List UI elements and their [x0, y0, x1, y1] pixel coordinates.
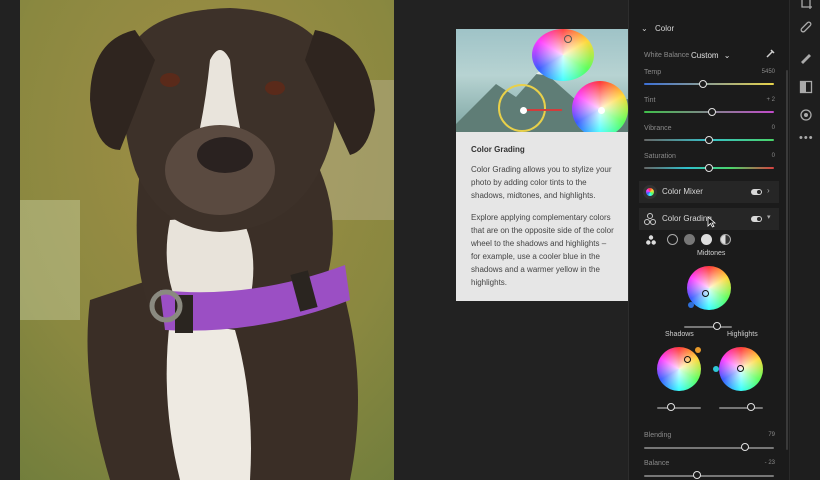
midtones-view-icon[interactable]	[684, 234, 695, 245]
vibrance-value: 0	[771, 125, 775, 131]
white-balance-label: White Balance	[644, 52, 690, 59]
balance-value: - 23	[764, 460, 775, 466]
chevron-down-icon[interactable]: ▾	[767, 213, 771, 221]
midtones-luminance-thumb[interactable]	[713, 322, 721, 330]
balance-label: Balance	[644, 460, 670, 467]
tool-rail: •••	[789, 0, 820, 480]
highlights-luminance-track[interactable]	[719, 407, 763, 409]
temp-label: Temp	[644, 69, 662, 76]
blending-slider-track[interactable]	[644, 447, 774, 449]
balance-slider-thumb[interactable]	[693, 471, 701, 479]
white-balance-value: Custom	[691, 51, 719, 60]
highlights-hue-marker[interactable]	[713, 366, 719, 372]
shadows-hue-marker[interactable]	[695, 347, 701, 353]
chevron-right-icon[interactable]: ›	[767, 186, 770, 195]
color-mixer-row[interactable]: Color Mixer ›	[639, 181, 779, 203]
shadows-wheel[interactable]	[657, 347, 701, 391]
edit-panel: ⌄ Color White Balance Custom ⌄ Temp 5450…	[628, 0, 789, 480]
handle-dot-illustration	[598, 107, 605, 114]
chevron-down-icon[interactable]: ⌄	[641, 24, 648, 33]
color-grading-icon	[644, 213, 656, 225]
highlights-label: Highlights	[727, 331, 758, 338]
temp-slider-thumb[interactable]	[698, 80, 707, 88]
highlights-view-icon[interactable]	[701, 234, 712, 245]
mask-icon[interactable]	[799, 80, 813, 94]
saturation-value: 0	[771, 153, 775, 159]
help-card-illustration	[456, 29, 628, 132]
vibrance-slider-thumb[interactable]	[705, 136, 713, 144]
midtones-luminance-track[interactable]	[684, 326, 732, 328]
handle-dot-illustration	[564, 35, 572, 43]
tint-slider-thumb[interactable]	[707, 108, 716, 116]
midtones-wheel-handle[interactable]	[702, 290, 709, 297]
brush-icon[interactable]	[799, 50, 813, 64]
panel-scrollbar[interactable]	[786, 70, 788, 450]
dog-photo	[20, 0, 394, 480]
chevron-down-icon: ⌄	[723, 51, 731, 60]
tint-value: + 2	[766, 97, 775, 103]
color-section-title[interactable]: Color	[655, 24, 674, 33]
shadows-view-icon[interactable]	[667, 234, 678, 245]
color-grading-toggle[interactable]	[751, 216, 762, 222]
help-card: Color Grading Color Grading allows you t…	[456, 29, 628, 301]
shadows-luminance-track[interactable]	[657, 407, 701, 409]
help-card-title: Color Grading	[471, 145, 525, 154]
highlights-wheel-handle[interactable]	[737, 365, 744, 372]
color-grading-label: Color Grading	[662, 214, 712, 223]
blending-value: 79	[768, 432, 775, 438]
temp-value: 5450	[761, 69, 775, 75]
shadows-wheel-handle[interactable]	[684, 356, 691, 363]
highlights-luminance-thumb[interactable]	[747, 403, 755, 411]
help-card-paragraph-1: Color Grading allows you to stylize your…	[471, 165, 612, 200]
color-mixer-toggle[interactable]	[751, 189, 762, 195]
photo-canvas[interactable]	[20, 0, 394, 480]
handle-dot-illustration	[520, 107, 527, 114]
saturation-label: Saturation	[644, 153, 676, 160]
blending-slider-thumb[interactable]	[741, 443, 749, 451]
more-icon[interactable]: •••	[799, 132, 814, 144]
global-view-icon[interactable]	[720, 234, 731, 245]
color-mixer-label: Color Mixer	[662, 187, 703, 196]
healing-icon[interactable]	[799, 20, 813, 34]
midtones-label: Midtones	[697, 250, 726, 257]
white-balance-dropdown[interactable]: Custom ⌄	[691, 51, 731, 60]
tint-label: Tint	[644, 97, 656, 104]
redeye-icon[interactable]	[799, 108, 813, 122]
shadows-luminance-thumb[interactable]	[667, 403, 675, 411]
hue-line-illustration	[522, 109, 562, 111]
vibrance-label: Vibrance	[644, 125, 672, 132]
highlights-wheel-illustration	[532, 29, 594, 81]
color-mixer-icon	[643, 185, 657, 199]
help-card-paragraph-2: Explore applying complementary colors th…	[471, 213, 614, 287]
three-way-view-icon[interactable]	[645, 234, 657, 246]
crop-icon[interactable]	[799, 0, 813, 10]
eyedropper-icon[interactable]	[765, 48, 776, 59]
shadows-label: Shadows	[665, 331, 694, 338]
midtones-hue-marker[interactable]	[688, 302, 694, 308]
saturation-slider-thumb[interactable]	[705, 164, 713, 172]
temp-slider-track[interactable]	[644, 83, 774, 85]
balance-slider-track[interactable]	[644, 475, 774, 477]
mouse-cursor-icon	[707, 216, 716, 228]
blending-label: Blending	[644, 432, 672, 439]
